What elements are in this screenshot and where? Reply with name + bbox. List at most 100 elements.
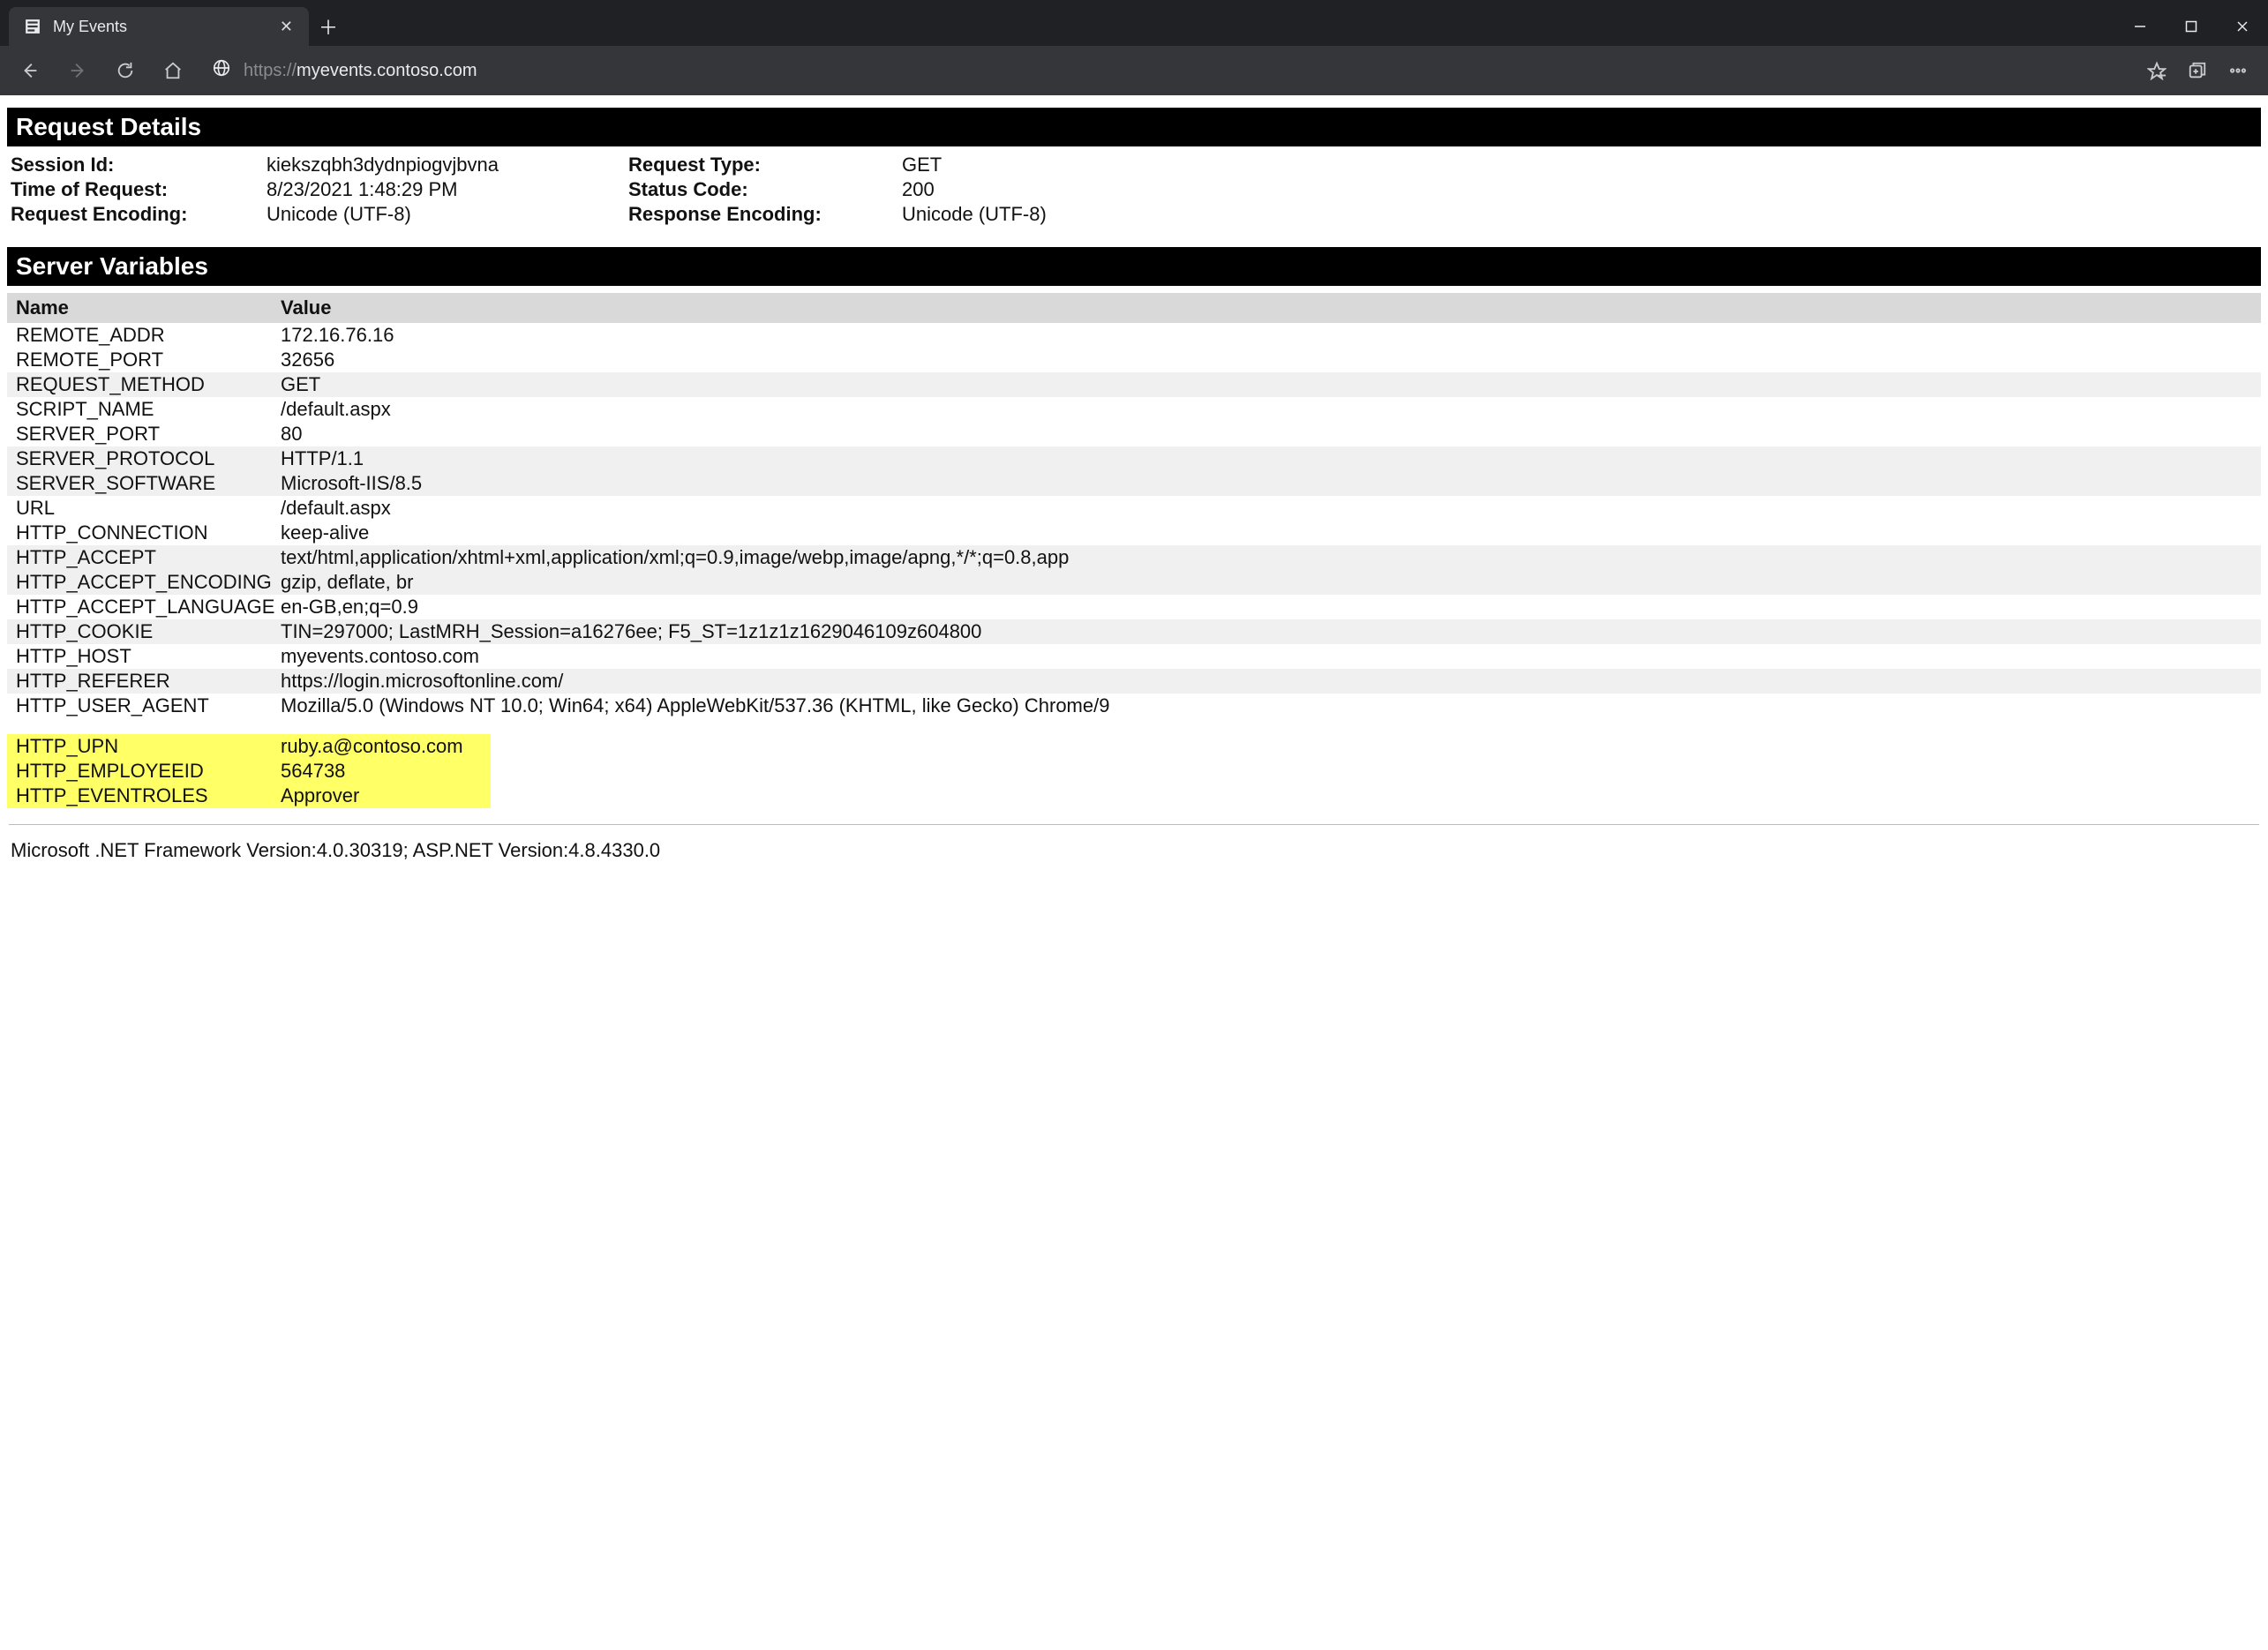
- server-variable-name: REMOTE_PORT: [16, 349, 281, 371]
- site-info-icon[interactable]: [212, 58, 231, 83]
- server-variable-value: Mozilla/5.0 (Windows NT 10.0; Win64; x64…: [281, 694, 2252, 717]
- server-variable-value: GET: [281, 373, 2252, 396]
- server-variable-value: gzip, deflate, br: [281, 571, 2252, 594]
- server-variable-value: 80: [281, 423, 2252, 446]
- server-variable-value: 172.16.76.16: [281, 324, 2252, 347]
- server-variable-name: HTTP_UPN: [16, 735, 281, 758]
- value-request-type: GET: [902, 154, 2257, 176]
- footer-text: Microsoft .NET Framework Version:4.0.303…: [0, 834, 2268, 867]
- highlighted-variable-row: HTTP_EVENTROLESApprover: [7, 784, 491, 808]
- refresh-button[interactable]: [106, 51, 145, 90]
- server-variable-row: SERVER_PROTOCOLHTTP/1.1: [7, 446, 2261, 471]
- section-request-details-title: Request Details: [7, 108, 2261, 146]
- value-session-id: kiekszqbh3dydnpiogvjbvna: [267, 154, 628, 176]
- server-variable-value: Approver: [281, 784, 482, 807]
- server-variable-row: HTTP_ACCEPT_ENCODINGgzip, deflate, br: [7, 570, 2261, 595]
- address-bar[interactable]: https://myevents.contoso.com: [201, 53, 2123, 88]
- value-time: 8/23/2021 1:48:29 PM: [267, 178, 628, 201]
- server-variable-value: 564738: [281, 760, 482, 783]
- highlighted-variable-row: HTTP_EMPLOYEEID564738: [7, 759, 491, 784]
- server-variable-name: REQUEST_METHOD: [16, 373, 281, 396]
- server-variable-name: SERVER_PROTOCOL: [16, 447, 281, 470]
- window-minimize-button[interactable]: [2114, 7, 2166, 46]
- server-variable-name: SERVER_PORT: [16, 423, 281, 446]
- server-variable-row: HTTP_CONNECTIONkeep-alive: [7, 521, 2261, 545]
- page-content: Request Details Session Id: kiekszqbh3dy…: [0, 95, 2268, 1650]
- footer-divider: [9, 824, 2259, 825]
- server-variable-name: HTTP_HOST: [16, 645, 281, 668]
- server-variable-name: URL: [16, 497, 281, 520]
- server-variable-row: REQUEST_METHODGET: [7, 372, 2261, 397]
- server-variable-value: keep-alive: [281, 521, 2252, 544]
- server-variable-row: HTTP_ACCEPTtext/html,application/xhtml+x…: [7, 545, 2261, 570]
- col-value: Value: [281, 296, 2252, 319]
- server-variable-name: SERVER_SOFTWARE: [16, 472, 281, 495]
- server-variable-value: 32656: [281, 349, 2252, 371]
- server-variable-value: /default.aspx: [281, 398, 2252, 421]
- browser-chrome: My Events ✕ ＋: [0, 0, 2268, 95]
- server-variable-value: ruby.a@contoso.com: [281, 735, 482, 758]
- server-variable-value: /default.aspx: [281, 497, 2252, 520]
- server-variable-name: HTTP_CONNECTION: [16, 521, 281, 544]
- server-variable-name: HTTP_COOKIE: [16, 620, 281, 643]
- more-menu-button[interactable]: [2219, 51, 2257, 90]
- server-variable-row: URL/default.aspx: [7, 496, 2261, 521]
- server-variable-name: HTTP_ACCEPT: [16, 546, 281, 569]
- tab-my-events[interactable]: My Events ✕: [9, 7, 309, 46]
- label-request-type: Request Type:: [628, 154, 902, 176]
- home-button[interactable]: [154, 51, 192, 90]
- server-variable-row: HTTP_HOSTmyevents.contoso.com: [7, 644, 2261, 669]
- highlighted-variable-row: HTTP_UPNruby.a@contoso.com: [7, 734, 491, 759]
- new-tab-button[interactable]: ＋: [309, 7, 348, 46]
- label-session-id: Session Id:: [11, 154, 267, 176]
- value-encoding: Unicode (UTF-8): [267, 203, 628, 226]
- col-name: Name: [16, 296, 281, 319]
- server-variable-row: SCRIPT_NAME/default.aspx: [7, 397, 2261, 422]
- server-variables-body: REMOTE_ADDR172.16.76.16REMOTE_PORT32656R…: [7, 323, 2261, 718]
- window-close-button[interactable]: [2217, 7, 2268, 46]
- toolbar-right: [2137, 51, 2257, 90]
- label-resp-encoding: Response Encoding:: [628, 203, 902, 226]
- server-variable-row: SERVER_PORT80: [7, 422, 2261, 446]
- server-variable-name: HTTP_USER_AGENT: [16, 694, 281, 717]
- forward-button[interactable]: [58, 51, 97, 90]
- server-variable-value: myevents.contoso.com: [281, 645, 2252, 668]
- server-variable-row: REMOTE_ADDR172.16.76.16: [7, 323, 2261, 348]
- back-button[interactable]: [11, 51, 49, 90]
- server-variable-value: TIN=297000; LastMRH_Session=a16276ee; F5…: [281, 620, 2252, 643]
- label-encoding: Request Encoding:: [11, 203, 267, 226]
- server-variable-value: text/html,application/xhtml+xml,applicat…: [281, 546, 2252, 569]
- server-variable-row: HTTP_ACCEPT_LANGUAGEen-GB,en;q=0.9: [7, 595, 2261, 619]
- server-variables-header: Name Value: [7, 293, 2261, 323]
- page-favicon-icon: [25, 19, 41, 34]
- server-variable-row: HTTP_COOKIETIN=297000; LastMRH_Session=a…: [7, 619, 2261, 644]
- collections-button[interactable]: [2178, 51, 2217, 90]
- server-variable-name: HTTP_ACCEPT_LANGUAGE: [16, 596, 281, 619]
- server-variable-value: en-GB,en;q=0.9: [281, 596, 2252, 619]
- highlighted-variables: HTTP_UPNruby.a@contoso.comHTTP_EMPLOYEEI…: [7, 734, 2261, 808]
- server-variable-row: SERVER_SOFTWAREMicrosoft-IIS/8.5: [7, 471, 2261, 496]
- server-variable-value: https://login.microsoftonline.com/: [281, 670, 2252, 693]
- server-variable-name: HTTP_EMPLOYEEID: [16, 760, 281, 783]
- server-variable-row: HTTP_REFERERhttps://login.microsoftonlin…: [7, 669, 2261, 694]
- window-maximize-button[interactable]: [2166, 7, 2217, 46]
- request-details-grid: Session Id: kiekszqbh3dydnpiogvjbvna Req…: [0, 154, 2268, 242]
- favorites-button[interactable]: [2137, 51, 2176, 90]
- server-variable-name: REMOTE_ADDR: [16, 324, 281, 347]
- value-status: 200: [902, 178, 2257, 201]
- server-variable-name: HTTP_ACCEPT_ENCODING: [16, 571, 281, 594]
- tab-close-icon[interactable]: ✕: [280, 18, 293, 36]
- server-variable-name: HTTP_EVENTROLES: [16, 784, 281, 807]
- tab-bar: My Events ✕ ＋: [0, 0, 2268, 46]
- server-variable-value: Microsoft-IIS/8.5: [281, 472, 2252, 495]
- server-variable-row: HTTP_USER_AGENTMozilla/5.0 (Windows NT 1…: [7, 694, 2261, 718]
- server-variable-row: REMOTE_PORT32656: [7, 348, 2261, 372]
- server-variable-name: SCRIPT_NAME: [16, 398, 281, 421]
- browser-toolbar: https://myevents.contoso.com: [0, 46, 2268, 95]
- server-variable-value: HTTP/1.1: [281, 447, 2252, 470]
- tab-title: My Events: [53, 18, 267, 36]
- url-text: https://myevents.contoso.com: [244, 61, 2113, 81]
- server-variable-name: HTTP_REFERER: [16, 670, 281, 693]
- url-host: myevents.contoso.com: [297, 61, 477, 80]
- window-controls: [2114, 7, 2268, 46]
